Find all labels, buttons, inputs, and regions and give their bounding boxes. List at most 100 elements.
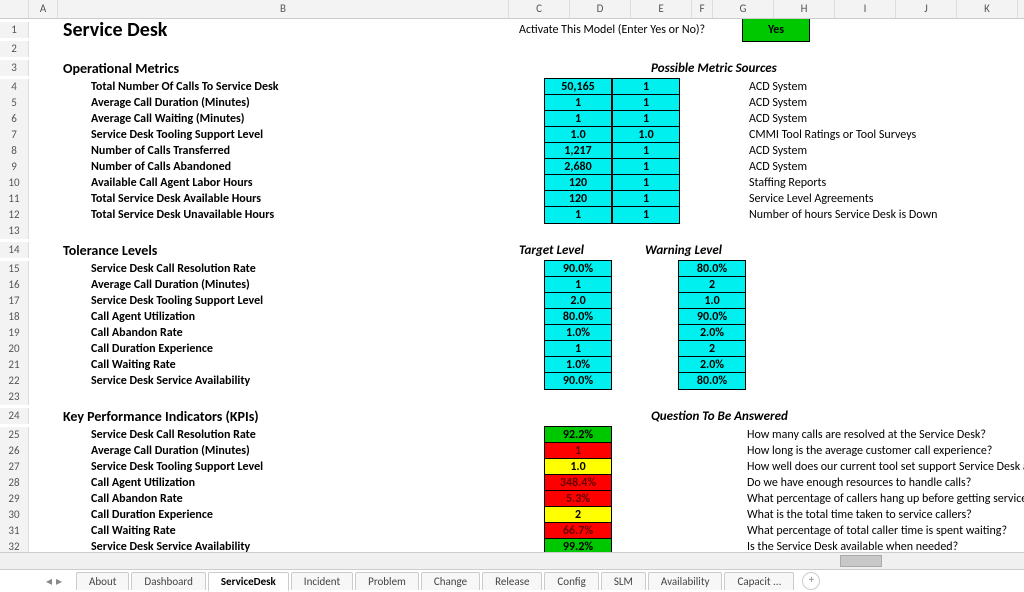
cell[interactable]	[612, 341, 678, 357]
cell[interactable]	[29, 191, 63, 207]
row-number[interactable]: 23	[0, 389, 29, 405]
row-number[interactable]: 17	[0, 293, 29, 309]
row-number[interactable]: 31	[0, 523, 29, 539]
row-number[interactable]: 32	[0, 539, 29, 552]
cell[interactable]	[29, 427, 63, 443]
cell[interactable]	[680, 207, 746, 223]
cell[interactable]	[678, 491, 744, 507]
cell[interactable]	[612, 427, 678, 443]
col-header-B[interactable]: B	[58, 0, 509, 18]
cell[interactable]	[29, 373, 63, 389]
cell[interactable]	[612, 459, 678, 475]
row-number[interactable]: 14	[0, 242, 29, 258]
tab-nav-next-icon[interactable]: ▸	[56, 574, 62, 589]
cell[interactable]	[612, 539, 678, 552]
cell[interactable]	[29, 159, 63, 175]
row-number[interactable]: 18	[0, 309, 29, 325]
cell[interactable]	[582, 405, 648, 427]
horizontal-scrollbar[interactable]	[0, 552, 1024, 569]
cell[interactable]	[746, 261, 1024, 277]
cell[interactable]	[746, 357, 1024, 373]
col-header-D[interactable]: D	[570, 0, 631, 18]
cell[interactable]	[680, 159, 746, 175]
cell[interactable]	[680, 111, 746, 127]
cell[interactable]	[612, 475, 678, 491]
cell[interactable]	[680, 191, 746, 207]
cell[interactable]	[612, 523, 678, 539]
cell[interactable]	[29, 207, 63, 223]
cell[interactable]	[516, 405, 582, 427]
kpi-value[interactable]: 99.2%	[544, 538, 612, 552]
row-number[interactable]: 21	[0, 357, 29, 373]
col-header-E[interactable]: E	[631, 0, 692, 18]
cell[interactable]	[29, 357, 63, 373]
row-number[interactable]: 29	[0, 491, 29, 507]
row-number[interactable]: 2	[0, 41, 29, 57]
col-header-J[interactable]: J	[896, 0, 957, 18]
sheet-tab-problem[interactable]: Problem	[355, 572, 419, 590]
row-number[interactable]: 9	[0, 159, 29, 175]
cell[interactable]	[612, 507, 678, 523]
cell[interactable]	[678, 475, 744, 491]
col-header-I[interactable]: I	[835, 0, 896, 18]
activate-value-cell[interactable]: Yes	[742, 19, 810, 42]
row-number[interactable]: 4	[0, 79, 29, 95]
cell[interactable]	[680, 127, 746, 143]
cell[interactable]	[29, 459, 63, 475]
row-number[interactable]: 15	[0, 261, 29, 277]
tab-nav-prev-icon[interactable]: ◂	[46, 574, 52, 589]
row-number[interactable]: 27	[0, 459, 29, 475]
sheet-tab-change[interactable]: Change	[421, 572, 480, 590]
cell[interactable]	[612, 491, 678, 507]
cell[interactable]	[680, 95, 746, 111]
cell[interactable]	[678, 539, 744, 552]
sheet-tab-release[interactable]: Release	[482, 572, 542, 590]
row-number[interactable]: 6	[0, 111, 29, 127]
sheet-tab-availability[interactable]: Availability	[648, 572, 723, 590]
cell[interactable]	[29, 523, 63, 539]
cell[interactable]	[29, 79, 63, 95]
cell[interactable]	[612, 293, 678, 309]
row-number[interactable]: 13	[0, 223, 29, 239]
cell[interactable]	[678, 507, 744, 523]
cell[interactable]	[29, 223, 63, 239]
cell[interactable]	[29, 19, 63, 41]
row-number[interactable]: 1	[0, 22, 29, 38]
cell[interactable]	[680, 143, 746, 159]
cell[interactable]	[29, 389, 63, 405]
row-number[interactable]: 16	[0, 277, 29, 293]
row-number[interactable]: 22	[0, 373, 29, 389]
cell[interactable]	[29, 475, 63, 491]
cell[interactable]	[746, 373, 1024, 389]
tolerance-target[interactable]: 90.0%	[544, 372, 612, 390]
cell[interactable]	[516, 57, 582, 79]
row-number[interactable]: 11	[0, 191, 29, 207]
cell[interactable]	[29, 341, 63, 357]
scroll-thumb[interactable]	[840, 555, 882, 567]
cell[interactable]	[29, 277, 63, 293]
cell[interactable]	[29, 507, 63, 523]
sheet-tab-dashboard[interactable]: Dashboard	[131, 572, 205, 590]
cell[interactable]	[746, 341, 1024, 357]
cell[interactable]	[29, 143, 63, 159]
cell[interactable]	[680, 175, 746, 191]
cell[interactable]	[29, 95, 63, 111]
col-header-G[interactable]: G	[713, 0, 774, 18]
col-header-C[interactable]: C	[509, 0, 570, 18]
row-number[interactable]: 19	[0, 325, 29, 341]
cell[interactable]	[678, 427, 744, 443]
cell[interactable]	[612, 443, 678, 459]
cell[interactable]	[29, 239, 63, 261]
cell[interactable]	[612, 309, 678, 325]
row-number[interactable]: 30	[0, 507, 29, 523]
cell[interactable]	[29, 325, 63, 341]
col-header-F[interactable]: F	[692, 0, 713, 18]
row-number[interactable]: 26	[0, 443, 29, 459]
worksheet-grid[interactable]: 1Service DeskActivate This Model (Enter …	[0, 19, 1024, 552]
cell[interactable]	[612, 277, 678, 293]
col-header-H[interactable]: H	[774, 0, 835, 18]
col-header-A[interactable]: A	[29, 0, 58, 18]
row-number[interactable]: 24	[0, 408, 29, 424]
sheet-tab-slm[interactable]: SLM	[601, 572, 646, 590]
cell[interactable]	[29, 539, 63, 552]
